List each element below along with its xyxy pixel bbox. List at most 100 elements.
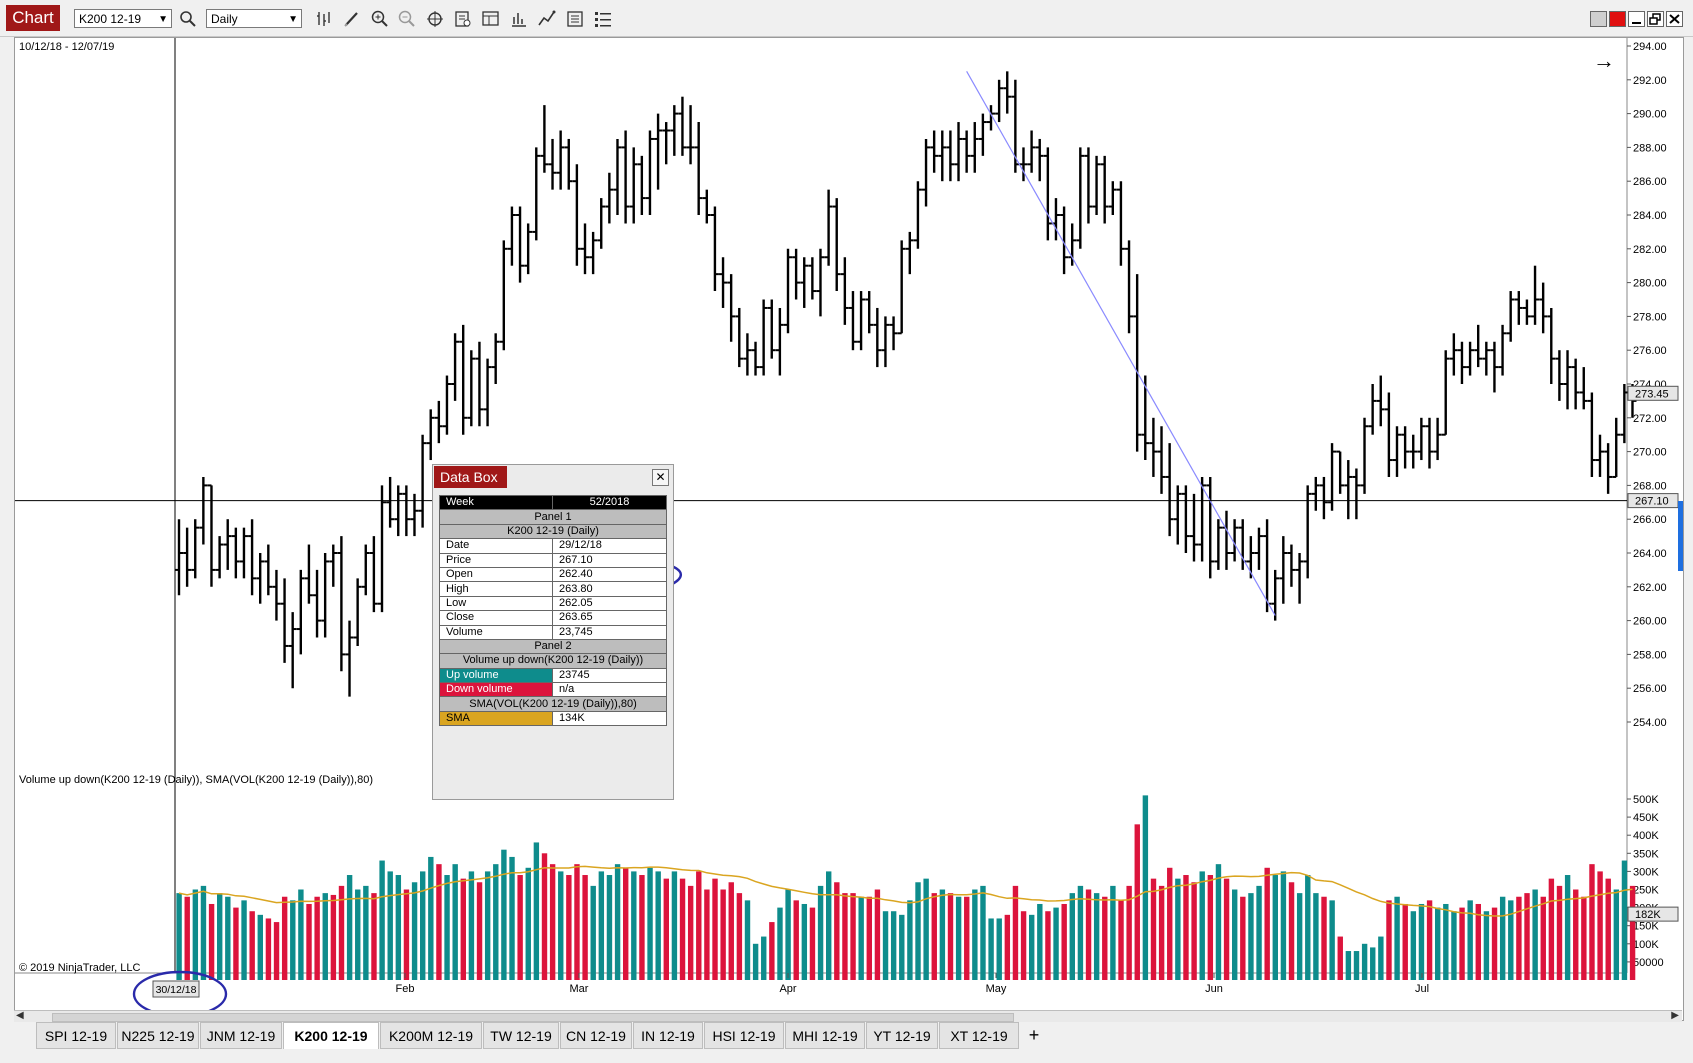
volume-bar xyxy=(1532,889,1538,980)
volume-bar xyxy=(1564,875,1571,980)
volume-bar xyxy=(947,893,954,980)
volume-bar xyxy=(899,914,905,980)
indicators-icon[interactable] xyxy=(509,9,529,29)
price-axis-label: 270.00 xyxy=(1633,447,1667,459)
data-box-value: 23,745 xyxy=(552,624,667,640)
volume-bar xyxy=(606,875,613,980)
volume-bar xyxy=(1394,896,1400,980)
volume-bar xyxy=(298,889,304,980)
volume-bar xyxy=(866,896,872,980)
data-box-icon[interactable] xyxy=(565,9,585,29)
volume-bar xyxy=(1337,936,1343,980)
tab-jnm-12-19[interactable]: JNM 12-19 xyxy=(200,1022,282,1049)
tab-yt-12-19[interactable]: YT 12-19 xyxy=(866,1022,938,1049)
volume-bar xyxy=(858,896,864,980)
volume-bar xyxy=(882,911,889,980)
month-label: Jun xyxy=(1205,983,1223,995)
volume-bar xyxy=(1134,824,1140,980)
up-volume-label: Up volume xyxy=(439,667,553,684)
volume-bar xyxy=(696,871,702,980)
crosshair-price-marker: 267.10 xyxy=(1635,496,1669,508)
volume-bar xyxy=(623,867,629,980)
tab-n225-12-19[interactable]: N225 12-19 xyxy=(117,1022,199,1049)
volume-bar xyxy=(444,875,450,980)
tab-mhi-12-19[interactable]: MHI 12-19 xyxy=(785,1022,865,1049)
data-box-value: 263.65 xyxy=(552,610,667,626)
bars-type-icon[interactable] xyxy=(315,9,335,29)
volume-bar xyxy=(395,875,402,980)
instrument-selector[interactable]: K200 12-19 ▼ xyxy=(74,9,172,28)
data-box-header-right: 52/2018 xyxy=(552,494,667,511)
maximize-button[interactable] xyxy=(1647,11,1664,27)
list-icon[interactable] xyxy=(593,9,613,29)
crosshair-icon[interactable] xyxy=(425,9,445,29)
volume-bar xyxy=(1451,911,1457,980)
volume-bar xyxy=(996,918,1002,980)
volume-bar xyxy=(200,885,207,980)
close-icon xyxy=(1669,14,1680,24)
chart-menu-button[interactable]: Chart xyxy=(6,5,60,31)
volume-axis-label: 500K xyxy=(1633,794,1659,806)
pencil-icon[interactable] xyxy=(342,9,362,29)
volume-bar xyxy=(631,871,637,980)
tab-hsi-12-19[interactable]: HSI 12-19 xyxy=(704,1022,784,1049)
data-box-title: Data Box xyxy=(434,466,507,488)
volume-bar xyxy=(1402,903,1408,980)
scroll-left-icon[interactable]: ◀ xyxy=(16,1010,24,1021)
volume-bar xyxy=(1158,885,1165,980)
tab-in-12-19[interactable]: IN 12-19 xyxy=(633,1022,703,1049)
scroll-right-icon[interactable]: ▶ xyxy=(1671,1010,1679,1021)
close-icon: ✕ xyxy=(655,470,666,484)
data-box-label: Open xyxy=(439,566,553,583)
chart-panel[interactable]: 294.00 292.00 290.00 288.00 286.00 284.00 282.… xyxy=(14,37,1684,1021)
tab-spi-12-19[interactable]: SPI 12-19 xyxy=(36,1022,116,1049)
price-volume-chart[interactable]: 294.00 292.00 290.00 288.00 286.00 284.00 282.… xyxy=(15,38,1683,1020)
volume-bar xyxy=(1118,900,1124,980)
price-axis-label: 260.00 xyxy=(1633,616,1667,628)
volume-bar xyxy=(1199,871,1205,980)
volume-axis-label: 100K xyxy=(1633,939,1659,951)
add-tab-button[interactable]: + xyxy=(1022,1022,1046,1049)
tab-xt-12-19[interactable]: XT 12-19 xyxy=(939,1022,1019,1049)
zoom-in-icon[interactable] xyxy=(370,9,390,29)
close-button[interactable] xyxy=(1666,11,1683,27)
minimize-button[interactable] xyxy=(1628,11,1645,27)
volume-bar xyxy=(428,856,434,980)
volume-bar xyxy=(1410,911,1417,980)
templates-icon[interactable] xyxy=(481,9,501,29)
search-icon[interactable] xyxy=(178,9,198,29)
volume-bar xyxy=(671,871,678,980)
tab-tw-12-19[interactable]: TW 12-19 xyxy=(483,1022,559,1049)
last-price-marker: 273.45 xyxy=(1635,388,1669,400)
volume-bar xyxy=(1329,900,1335,980)
tab-k200m-12-19[interactable]: K200M 12-19 xyxy=(380,1022,482,1049)
data-box-window[interactable]: Data Box ✕ Week 52/2018 Panel 1 K200 12-… xyxy=(432,464,674,800)
volume-bar xyxy=(712,878,718,980)
volume-bar xyxy=(647,867,653,980)
month-label: Feb xyxy=(396,983,415,995)
properties-icon[interactable] xyxy=(453,9,473,29)
interval-selector[interactable]: Daily ▼ xyxy=(206,9,302,28)
tab-k200-12-19[interactable]: K200 12-19 xyxy=(283,1022,379,1049)
window-option-button[interactable] xyxy=(1590,11,1607,27)
volume-bar xyxy=(614,864,621,980)
tab-cn-12-19[interactable]: CN 12-19 xyxy=(560,1022,632,1049)
price-axis-label: 266.00 xyxy=(1633,514,1667,526)
volume-bar xyxy=(955,896,962,980)
scrollbar-thumb[interactable] xyxy=(52,1013,1014,1022)
volume-bar xyxy=(793,900,799,980)
zoom-out-icon[interactable] xyxy=(397,9,417,29)
price-axis-label: 254.00 xyxy=(1633,717,1667,729)
volume-bar xyxy=(1207,875,1214,980)
volume-axis-label: 350K xyxy=(1633,848,1659,860)
volume-bar xyxy=(1305,875,1311,980)
data-box-close-button[interactable]: ✕ xyxy=(652,469,669,486)
volume-bar xyxy=(704,889,710,980)
strategies-icon[interactable] xyxy=(537,9,557,29)
link-color-button[interactable] xyxy=(1609,11,1626,27)
volume-bar xyxy=(639,875,645,980)
volume-bar xyxy=(1573,889,1579,980)
volume-bar xyxy=(549,864,556,980)
chevron-down-icon: ▼ xyxy=(288,14,298,25)
scroll-to-end-arrow-icon: → xyxy=(1593,48,1615,73)
